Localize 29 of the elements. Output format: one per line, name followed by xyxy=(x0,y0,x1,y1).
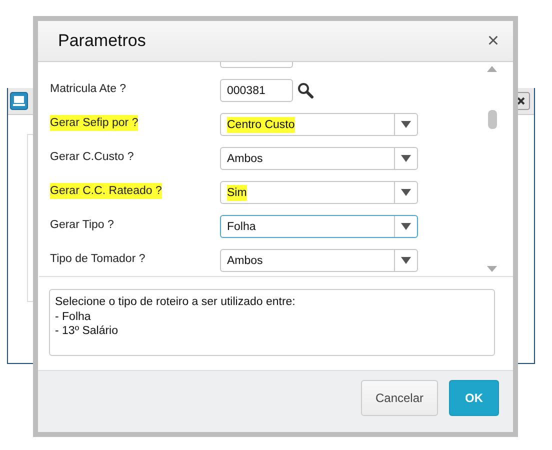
dropdown[interactable]: Centro Custo xyxy=(220,113,418,136)
description-line: - Folha xyxy=(55,310,92,324)
close-button[interactable]: × xyxy=(487,30,499,52)
parameter-label: Matricula Ate ? xyxy=(50,82,126,97)
dropdown[interactable]: Ambos xyxy=(220,147,418,170)
scroll-down-icon[interactable] xyxy=(487,266,497,272)
description-line: - 13º Salário xyxy=(55,324,120,338)
caret-icon xyxy=(401,223,411,230)
app-window-icon xyxy=(10,92,28,110)
caret-icon xyxy=(401,189,411,196)
parameter-label: Gerar C.C. Rateado ? xyxy=(50,183,162,199)
text-field[interactable] xyxy=(220,62,293,68)
text-field[interactable]: 000381 xyxy=(220,79,293,102)
description-line: Selecione o tipo de roteiro a ser utilizado entre: xyxy=(55,295,296,310)
parameter-label: Gerar C.Custo ? xyxy=(50,150,134,165)
parameter-label: Tipo de Tomador ? xyxy=(50,252,146,267)
dialog-title: Parametros xyxy=(58,31,146,51)
cancel-button[interactable]: Cancelar xyxy=(361,380,438,416)
caret-icon xyxy=(401,155,411,162)
parameter-label: Gerar Tipo ? xyxy=(50,218,114,233)
search-icon[interactable] xyxy=(297,82,314,99)
scrollbar-thumb[interactable] xyxy=(488,110,496,129)
parameter-label: Gerar Sefip por ? xyxy=(50,115,138,131)
caret-icon xyxy=(401,121,411,128)
dropdown[interactable]: Ambos xyxy=(220,249,418,272)
dropdown[interactable]: Sim xyxy=(220,181,418,204)
caret-icon xyxy=(401,257,411,264)
dropdown[interactable]: Folha xyxy=(220,215,418,238)
scroll-up-icon[interactable] xyxy=(487,66,497,72)
